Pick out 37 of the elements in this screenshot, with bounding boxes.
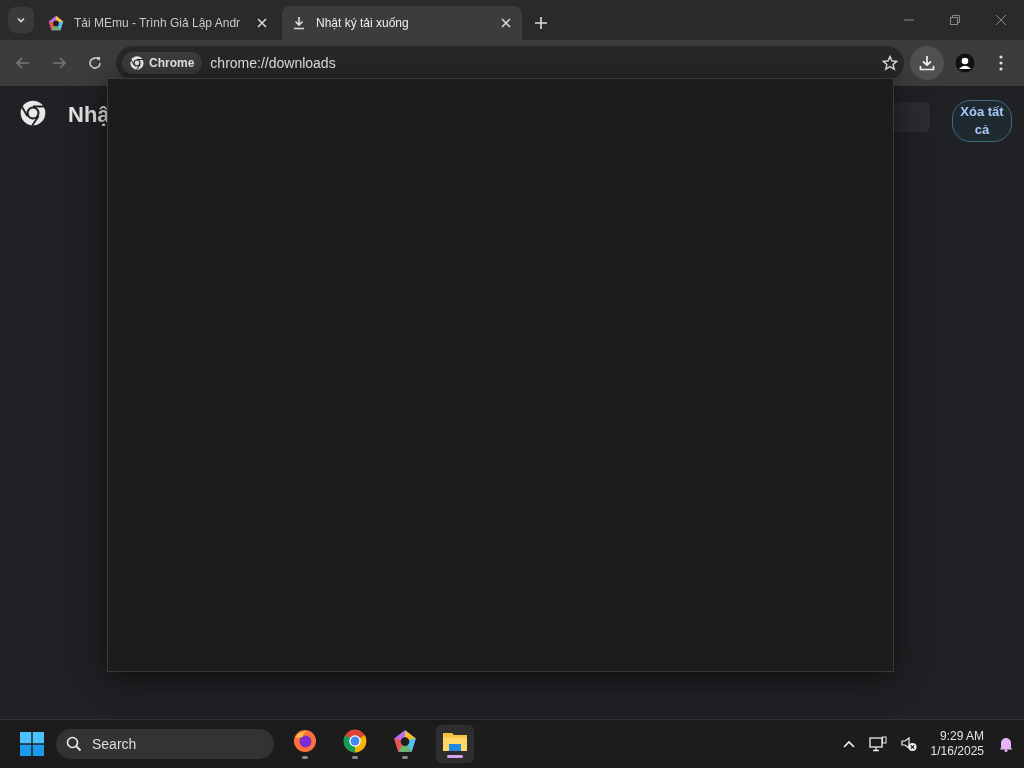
url-text: chrome://downloads: [210, 55, 337, 71]
site-icon: [48, 15, 64, 31]
close-icon: [995, 14, 1007, 26]
search-icon: [66, 736, 82, 752]
clock-date: 1/16/2025: [930, 744, 984, 759]
clock-time: 9:29 AM: [939, 729, 984, 744]
chrome-logo-icon: [20, 100, 46, 126]
network-icon[interactable]: [868, 736, 887, 752]
caret-icon: [16, 15, 26, 25]
reload-icon: [87, 55, 103, 71]
address-bar[interactable]: Chrome chrome://downloads: [116, 46, 904, 80]
download-icon: [918, 54, 936, 72]
app-icon: [393, 729, 417, 753]
download-icon: [292, 16, 306, 30]
forward-arrow-icon: [51, 55, 67, 71]
muted-speaker-icon[interactable]: [900, 736, 917, 752]
site-chip[interactable]: Chrome: [122, 52, 203, 74]
page-title: Nhậ: [68, 102, 110, 128]
browser-tab[interactable]: Nhật ký tải xuống: [282, 6, 522, 40]
back-arrow-icon: [15, 55, 31, 71]
close-icon[interactable]: [500, 17, 512, 29]
chrome-logo-icon: [130, 56, 144, 70]
close-icon[interactable]: [256, 17, 268, 29]
restore-icon: [949, 14, 961, 26]
start-button[interactable]: [20, 732, 44, 756]
folder-icon: [442, 730, 468, 752]
chevron-up-icon[interactable]: [842, 740, 855, 748]
taskbar-app-button[interactable]: [436, 725, 474, 763]
notification-bell-icon[interactable]: [998, 736, 1014, 752]
browser-icon: [343, 729, 367, 753]
bookmark-star-icon[interactable]: [882, 55, 898, 71]
taskbar-search-field[interactable]: Search: [56, 729, 274, 759]
browser-icon: [293, 729, 317, 753]
browser-tab[interactable]: Tải MEmu - Trình Giả Lập Andr: [38, 6, 278, 40]
clear-all-button[interactable]: Xóa tất cả: [952, 100, 1012, 142]
new-tab-button[interactable]: [534, 16, 548, 30]
downloads-button[interactable]: [910, 46, 944, 80]
